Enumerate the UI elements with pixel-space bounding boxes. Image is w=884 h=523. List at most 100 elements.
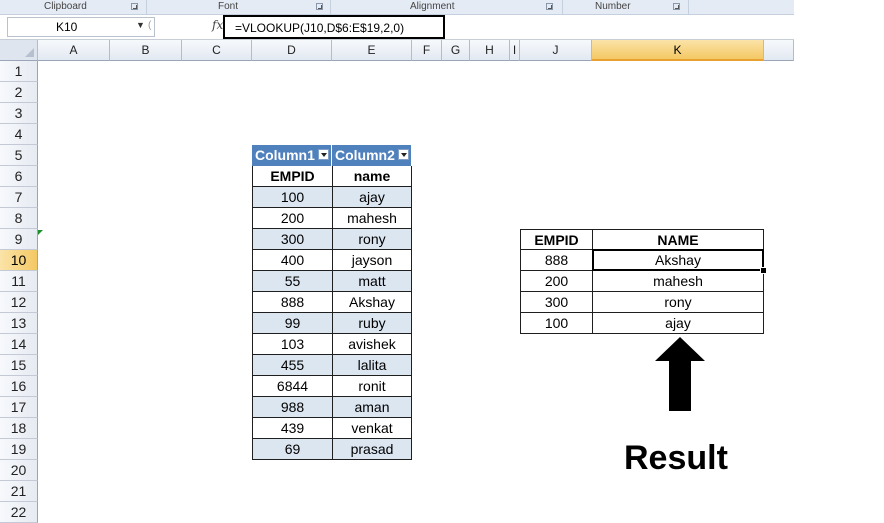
up-arrow-icon [655,337,705,411]
lookup-cell[interactable]: 200 [520,271,592,292]
dialog-launcher-icon[interactable] [673,3,680,10]
blank-area [794,0,884,522]
column-header-j[interactable]: J [520,40,592,61]
dialog-launcher-icon[interactable] [546,3,553,10]
lookup-cell[interactable]: 300 [520,292,592,313]
active-cell-border[interactable] [592,249,764,271]
insert-function-icon[interactable]: fx [212,18,223,32]
column-header-d[interactable]: D [252,40,332,61]
table-cell[interactable]: venkat [332,418,412,439]
table-cell[interactable]: 200 [252,208,332,229]
column-header-i[interactable]: I [510,40,520,61]
lookup-cell[interactable]: mahesh [592,271,764,292]
dialog-launcher-icon[interactable] [316,3,323,10]
table-cell[interactable]: Akshay [332,292,412,313]
table-cell[interactable]: 400 [252,250,332,271]
chevron-down-icon[interactable]: ▼ [136,20,145,30]
row-header-4[interactable]: 4 [0,124,38,145]
fill-handle[interactable] [760,267,767,274]
ribbon-group-strip: Clipboard Font Alignment Number [0,0,884,15]
filter-dropdown-icon[interactable] [318,149,329,160]
row-header-3[interactable]: 3 [0,103,38,124]
column-header-e[interactable]: E [332,40,412,61]
table-cell[interactable]: avishek [332,334,412,355]
table-cell[interactable]: aman [332,397,412,418]
lookup-column-label[interactable]: NAME [592,229,764,250]
table-cell[interactable]: 888 [252,292,332,313]
table-cell[interactable]: 100 [252,187,332,208]
table-cell[interactable]: 6844 [252,376,332,397]
row-header-12[interactable]: 12 [0,292,38,313]
row-header-21[interactable]: 21 [0,481,38,502]
dialog-launcher-icon[interactable] [131,3,138,10]
formula-input[interactable]: =VLOOKUP(J10,D$6:E$19,2,0) [223,15,445,39]
table-column-label[interactable]: name [332,166,412,187]
row-header-5[interactable]: 5 [0,145,38,166]
table-cell[interactable]: matt [332,271,412,292]
table-cell[interactable]: 99 [252,313,332,334]
row-header-14[interactable]: 14 [0,334,38,355]
row-header-6[interactable]: 6 [0,166,38,187]
table-cell[interactable]: 988 [252,397,332,418]
table-cell[interactable]: 300 [252,229,332,250]
lookup-cell[interactable]: rony [592,292,764,313]
error-indicator-icon [38,230,43,235]
column-header-row: A B C D E F G H I J K [0,40,884,61]
table-cell[interactable]: 455 [252,355,332,376]
table-cell[interactable]: jayson [332,250,412,271]
table-cell[interactable]: 439 [252,418,332,439]
row-header-17[interactable]: 17 [0,397,38,418]
table-cell[interactable]: 55 [252,271,332,292]
name-box[interactable]: K10 ▼ [7,17,155,37]
row-header-19[interactable]: 19 [0,439,38,460]
column-header-next[interactable] [764,40,794,61]
formula-text: =VLOOKUP(J10,D$6:E$19,2,0) [235,21,405,35]
lookup-column-label[interactable]: EMPID [520,229,592,250]
table-cell[interactable]: prasad [332,439,412,460]
row-header-1[interactable]: 1 [0,61,38,82]
table-column-label[interactable]: EMPID [252,166,332,187]
ribbon-group-clipboard: Clipboard [44,1,87,12]
row-header-13[interactable]: 13 [0,313,38,334]
column-header-b[interactable]: B [110,40,182,61]
lookup-cell[interactable]: 100 [520,313,592,334]
name-box-value: K10 [56,20,78,34]
row-header-2[interactable]: 2 [0,82,38,103]
filter-dropdown-icon[interactable] [398,149,409,160]
select-all-corner[interactable] [0,40,38,61]
row-header-16[interactable]: 16 [0,376,38,397]
column-header-k[interactable]: K [592,40,764,61]
row-header-8[interactable]: 8 [0,208,38,229]
column-header-h[interactable]: H [470,40,510,61]
lookup-cell[interactable]: ajay [592,313,764,334]
column-header-f[interactable]: F [412,40,442,61]
table-cell[interactable]: lalita [332,355,412,376]
row-header-15[interactable]: 15 [0,355,38,376]
table-header-column2[interactable]: Column2 [332,145,412,166]
table-header-column1[interactable]: Column1 [252,145,332,166]
column-header-g[interactable]: G [442,40,470,61]
lookup-cell[interactable]: 888 [520,250,592,271]
row-header-22[interactable]: 22 [0,502,38,523]
row-header-7[interactable]: 7 [0,187,38,208]
table-cell[interactable]: 69 [252,439,332,460]
row-header-11[interactable]: 11 [0,271,38,292]
column-header-c[interactable]: C [182,40,252,61]
row-header-10[interactable]: 10 [0,250,38,271]
ribbon-group-font: Font [218,1,239,12]
table-cell[interactable]: ruby [332,313,412,334]
table-cell[interactable]: ronit [332,376,412,397]
table-header-label: Column1 [255,147,315,163]
row-header-20[interactable]: 20 [0,460,38,481]
table-cell[interactable]: mahesh [332,208,412,229]
row-header-18[interactable]: 18 [0,418,38,439]
column-header-a[interactable]: A [38,40,110,61]
row-header-9[interactable]: 9 [0,229,38,250]
ribbon-separator [562,0,563,14]
table-cell[interactable]: ajay [332,187,412,208]
ribbon-group-number: Number [595,1,631,12]
ribbon-separator [330,0,331,14]
table-cell[interactable]: 103 [252,334,332,355]
table-cell[interactable]: rony [332,229,412,250]
formula-cancel-icon[interactable]: ( [148,20,151,31]
